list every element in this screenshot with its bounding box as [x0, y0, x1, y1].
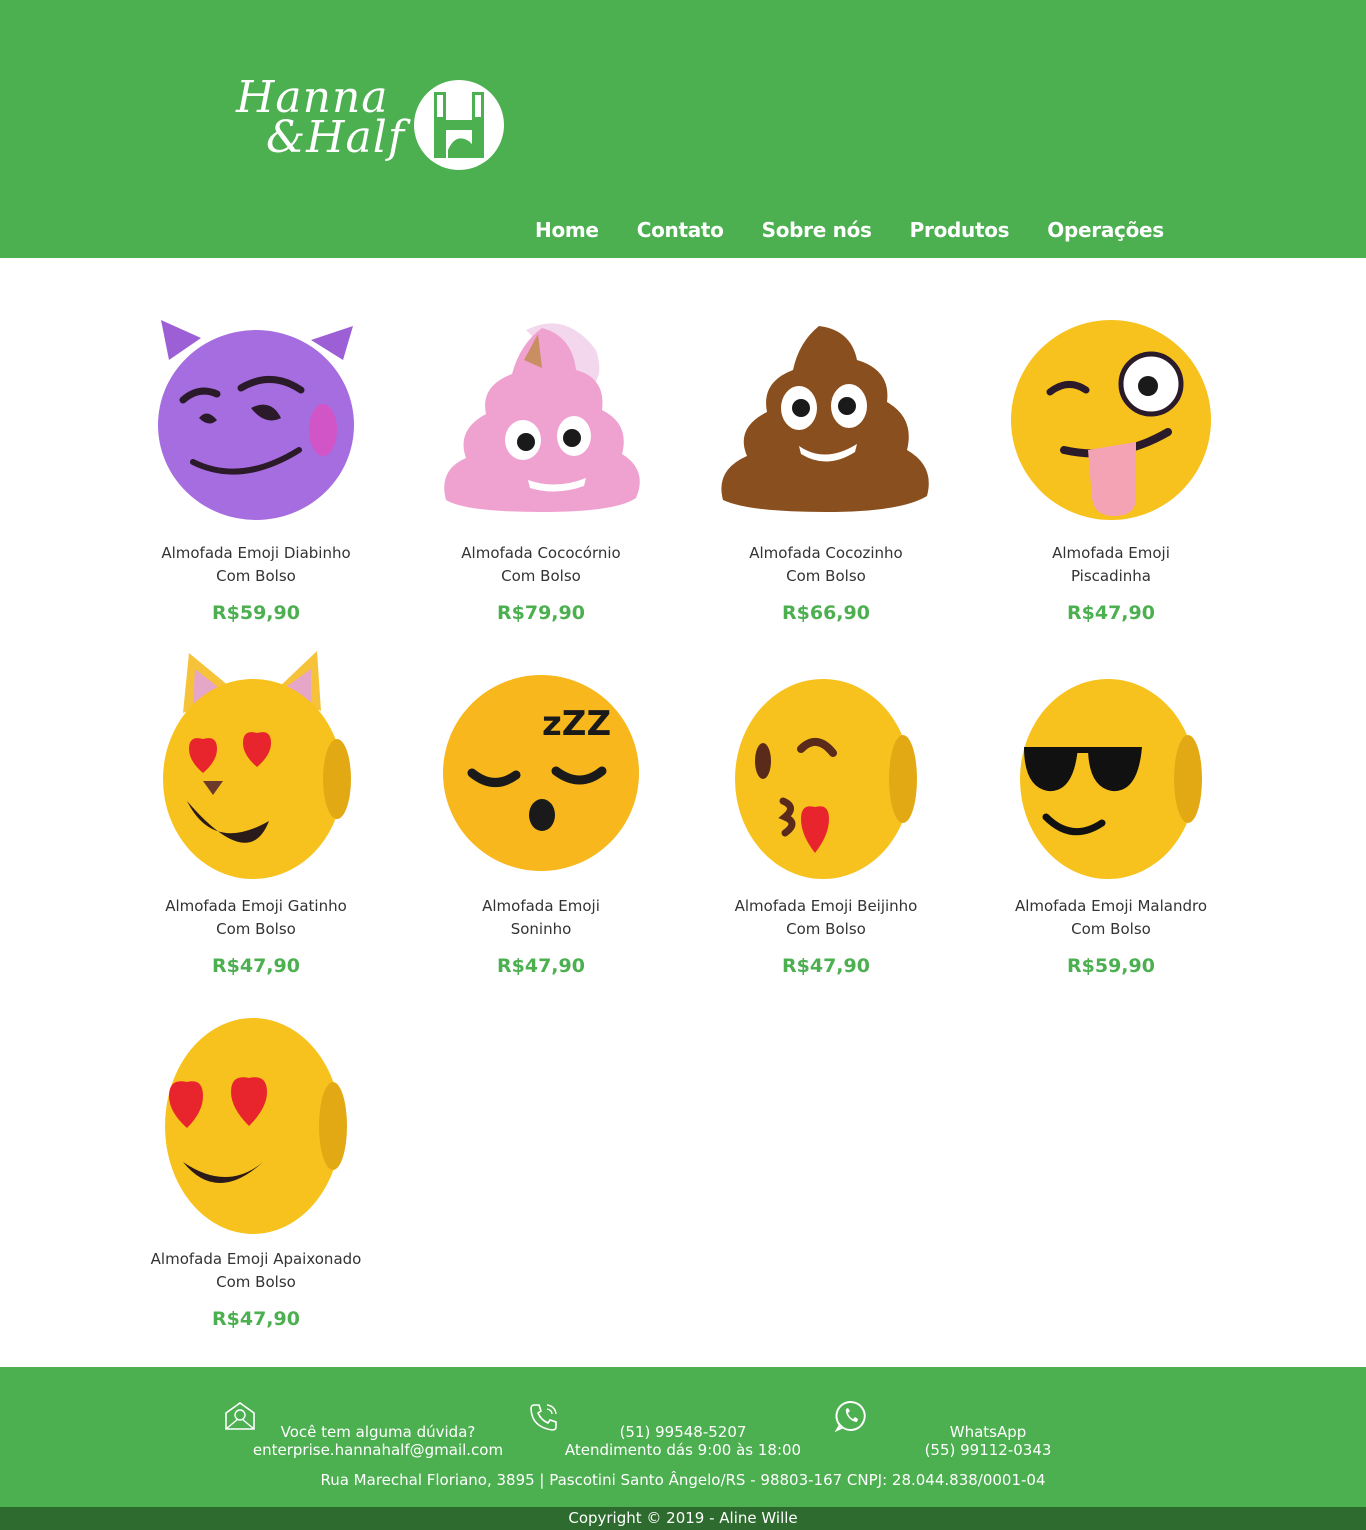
product-price: R$47,90 [1067, 602, 1155, 624]
nav-contato[interactable]: Contato [637, 214, 724, 246]
product-name-line1: Almofada Emoji Malandro [1014, 897, 1208, 915]
product-name-line2: Soninho [510, 920, 572, 938]
product-name[interactable]: Almofada Emoji Malandro Com Bolso [986, 895, 1236, 941]
product-image[interactable] [416, 290, 666, 540]
product-card[interactable]: Almofada Emoji Piscadinha R$47,90 [986, 290, 1236, 624]
product-image[interactable]: zZZ [416, 643, 666, 893]
logo-wordmark: Hanna &Half [232, 76, 408, 176]
product-name[interactable]: Almofada Emoji Diabinho Com Bolso [131, 542, 381, 588]
product-name[interactable]: Almofada Emoji Apaixonado Com Bolso [131, 1248, 381, 1294]
logo-h-mark-icon [414, 80, 504, 170]
product-image[interactable] [986, 643, 1236, 893]
product-price: R$47,90 [212, 1308, 300, 1330]
product-image[interactable] [131, 290, 381, 540]
cat-heart-eyes-emoji-pillow-icon [163, 651, 351, 879]
sunglasses-emoji-pillow-icon [1020, 679, 1202, 879]
product-price: R$79,90 [497, 602, 585, 624]
product-price: R$66,90 [782, 602, 870, 624]
main-nav: Home Contato Sobre nós Produtos Operaçõe… [535, 214, 1164, 246]
nav-home[interactable]: Home [535, 214, 599, 246]
devil-emoji-pillow-icon [158, 320, 354, 520]
product-name[interactable]: Almofada Emoji Piscadinha [986, 542, 1236, 588]
product-name[interactable]: Almofada Emoji Beijinho Com Bolso [701, 895, 951, 941]
product-card[interactable]: Almofada Cococórnio Com Bolso R$79,90 [416, 290, 666, 624]
svg-text:zZZ: zZZ [542, 704, 611, 744]
product-price: R$47,90 [782, 955, 870, 977]
site-header: Hanna &Half Home Contato Sobre nós Produ… [0, 0, 1366, 258]
footer-whatsapp-title: WhatsApp [949, 1423, 1027, 1441]
product-name-line1: Almofada Emoji Diabinho [161, 544, 351, 562]
product-price: R$59,90 [212, 602, 300, 624]
product-card[interactable]: Almofada Emoji Malandro Com Bolso R$59,9… [986, 643, 1236, 977]
footer-email-block: Você tem alguma dúvida? enterprise.hanna… [238, 1423, 518, 1459]
product-name-line1: Almofada Emoji Beijinho [734, 897, 918, 915]
product-card[interactable]: Almofada Cocozinho Com Bolso R$66,90 [701, 290, 951, 624]
whatsapp-icon[interactable] [834, 1399, 868, 1433]
copyright-bar: Copyright © 2019 - Aline Wille [0, 1507, 1366, 1530]
product-image[interactable] [986, 290, 1236, 540]
product-name-line2: Com Bolso [216, 567, 296, 585]
product-name-line2: Com Bolso [786, 920, 866, 938]
poop-emoji-pillow-icon [721, 326, 929, 512]
product-name[interactable]: Almofada Emoji Soninho [416, 895, 666, 941]
nav-operacoes[interactable]: Operações [1047, 214, 1164, 246]
nav-produtos[interactable]: Produtos [910, 214, 1010, 246]
product-image[interactable] [701, 643, 951, 893]
logo[interactable]: Hanna &Half [232, 76, 512, 176]
product-price: R$47,90 [497, 955, 585, 977]
footer-whatsapp-number[interactable]: (55) 99112-0343 [908, 1441, 1068, 1459]
product-name-line2: Com Bolso [216, 920, 296, 938]
product-name-line2: Com Bolso [786, 567, 866, 585]
product-name-line1: Almofada Emoji [1052, 544, 1170, 562]
product-price: R$47,90 [212, 955, 300, 977]
nav-sobre-nos[interactable]: Sobre nós [762, 214, 872, 246]
sleeping-emoji-pillow-icon: zZZ [443, 675, 639, 871]
product-card[interactable]: Almofada Emoji Apaixonado Com Bolso R$47… [131, 996, 381, 1330]
product-image[interactable] [701, 290, 951, 540]
footer-phone-block: (51) 99548-5207 Atendimento dás 9:00 às … [553, 1423, 813, 1459]
product-name-line1: Almofada Cocozinho [749, 544, 903, 562]
site-footer: Você tem alguma dúvida? enterprise.hanna… [0, 1367, 1366, 1507]
product-name-line1: Almofada Emoji Apaixonado [150, 1250, 362, 1268]
footer-whatsapp-block: WhatsApp (55) 99112-0343 [908, 1423, 1068, 1459]
footer-phone-number[interactable]: (51) 99548-5207 [553, 1423, 813, 1441]
kiss-emoji-pillow-icon [735, 679, 917, 879]
product-name-line1: Almofada Cococórnio [461, 544, 621, 562]
product-card[interactable]: Almofada Emoji Gatinho Com Bolso R$47,90 [131, 643, 381, 977]
footer-email-title: Você tem alguma dúvida? [280, 1423, 476, 1441]
product-name-line2: Piscadinha [1070, 567, 1152, 585]
product-card[interactable]: Almofada Emoji Beijinho Com Bolso R$47,9… [701, 643, 951, 977]
product-name[interactable]: Almofada Cocozinho Com Bolso [701, 542, 951, 588]
footer-hours: Atendimento dás 9:00 às 18:00 [564, 1441, 802, 1459]
unicorn-poop-pillow-icon [444, 323, 640, 512]
product-name-line2: Com Bolso [1071, 920, 1151, 938]
footer-email-link[interactable]: enterprise.hannahalf@gmail.com [238, 1441, 518, 1459]
product-price: R$59,90 [1067, 955, 1155, 977]
logo-text-half: &Half [266, 112, 406, 163]
product-card[interactable]: zZZ Almofada Emoji Soninho R$47,90 [416, 643, 666, 977]
product-name-line1: Almofada Emoji Gatinho [165, 897, 347, 915]
product-name[interactable]: Almofada Cococórnio Com Bolso [416, 542, 666, 588]
product-name-line2: Com Bolso [501, 567, 581, 585]
product-name-line2: Com Bolso [216, 1273, 296, 1291]
product-name-line1: Almofada Emoji [482, 897, 600, 915]
product-name[interactable]: Almofada Emoji Gatinho Com Bolso [131, 895, 381, 941]
footer-address: Rua Marechal Floriano, 3895 | Pascotini … [320, 1471, 1046, 1489]
wink-tongue-emoji-pillow-icon [1011, 320, 1211, 520]
product-image[interactable] [131, 643, 381, 893]
product-card[interactable]: Almofada Emoji Diabinho Com Bolso R$59,9… [131, 290, 381, 624]
heart-eyes-emoji-pillow-icon [165, 1018, 347, 1234]
product-image[interactable] [131, 996, 381, 1246]
